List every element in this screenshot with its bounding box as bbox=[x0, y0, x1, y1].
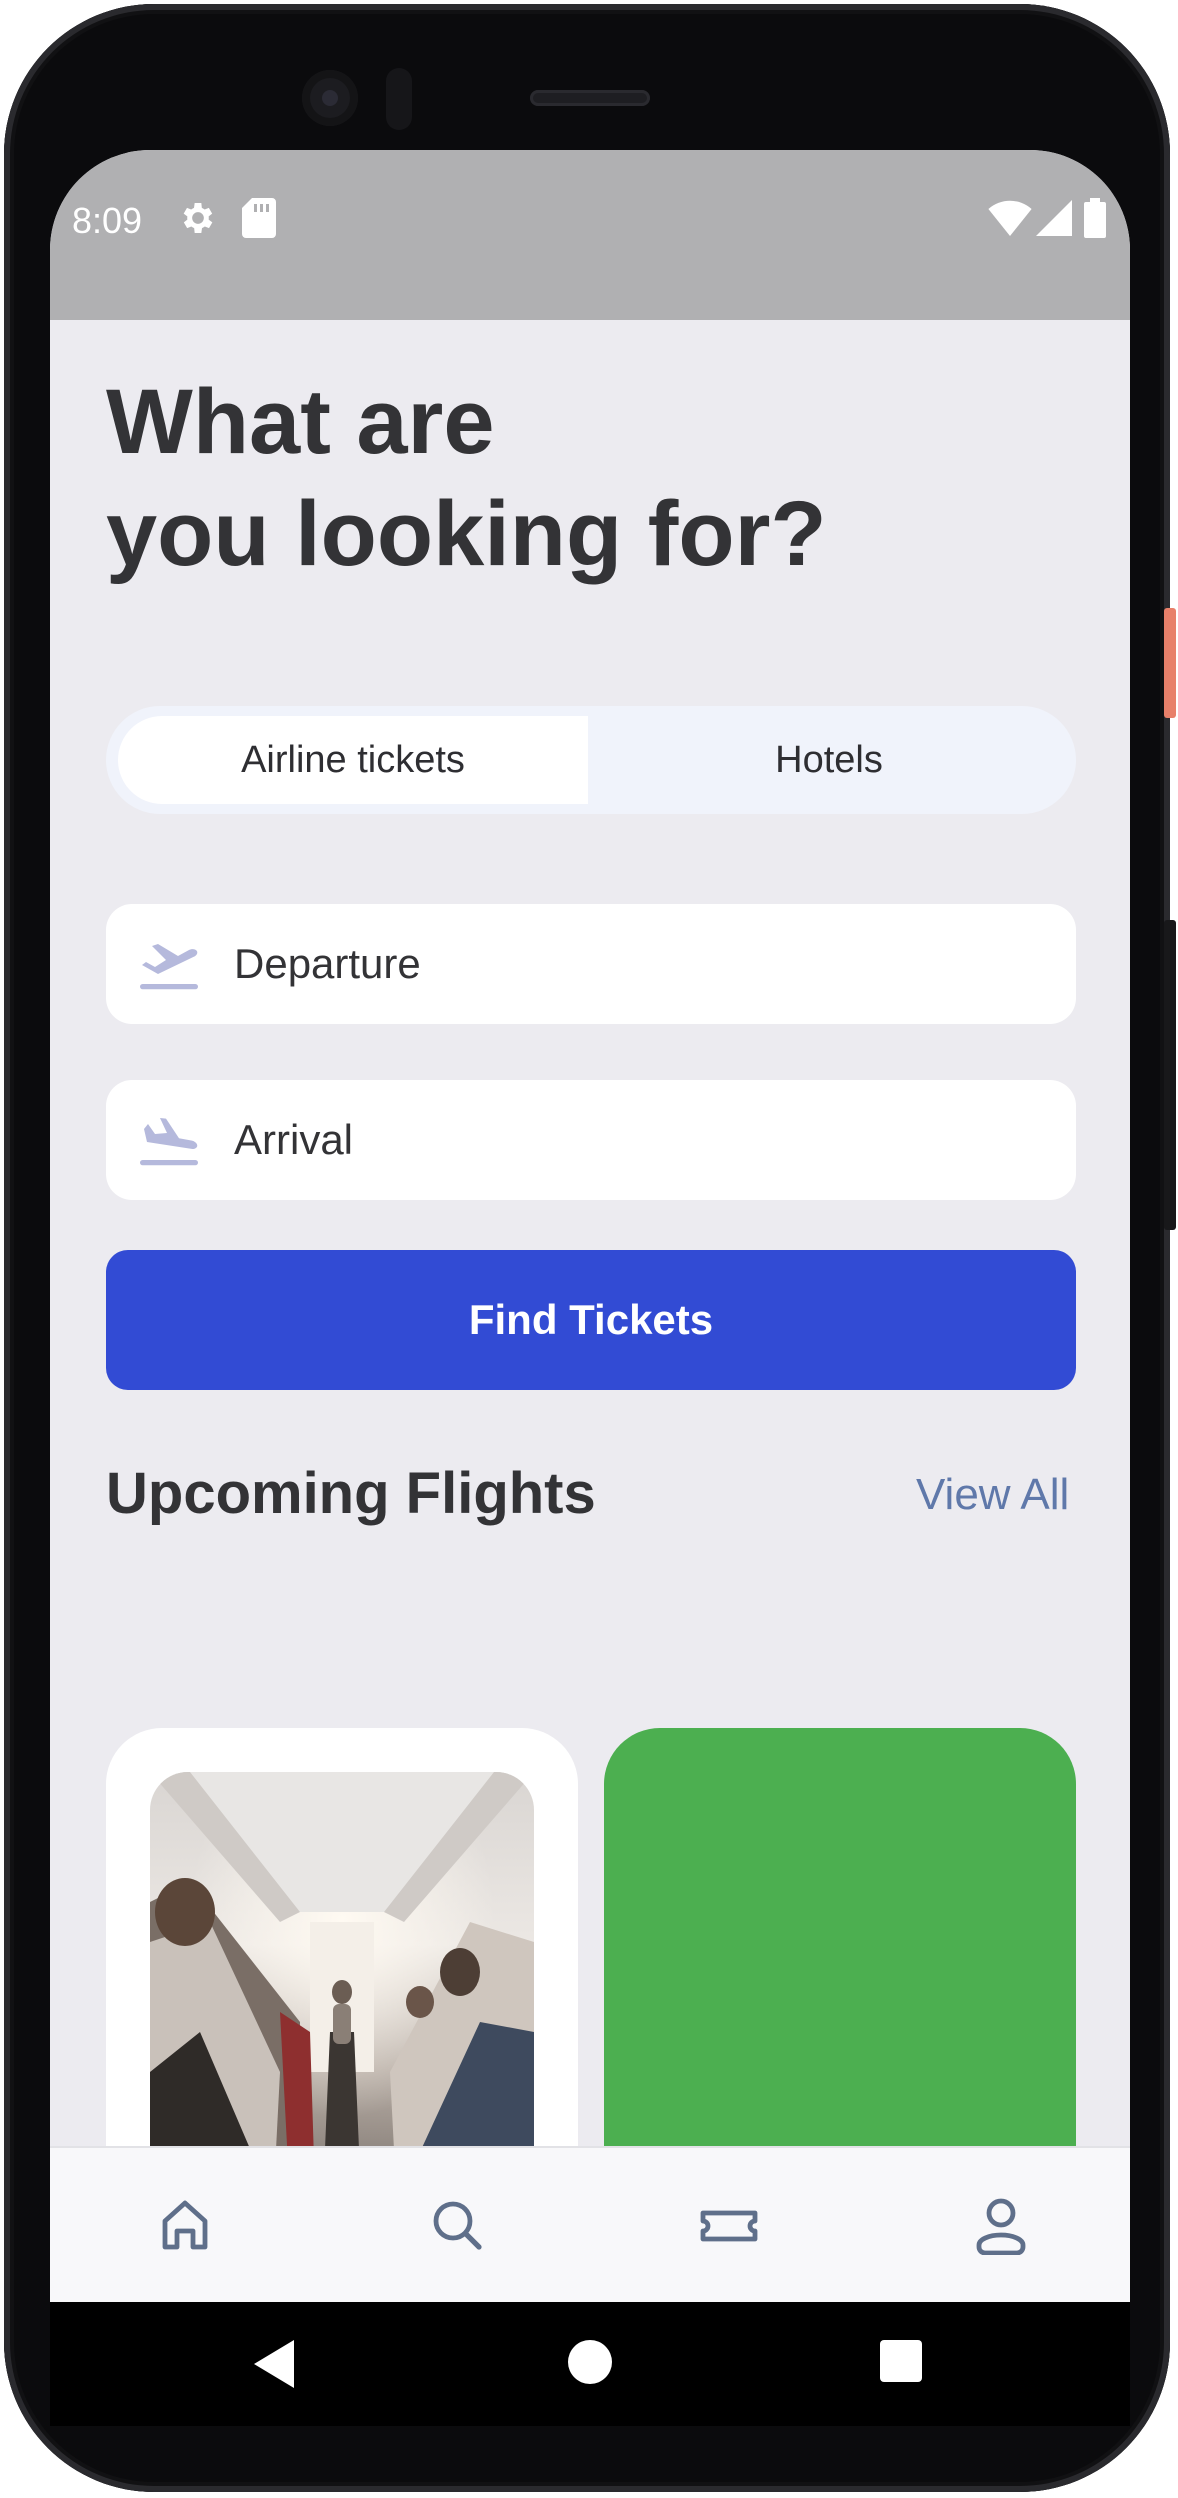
arrival-field[interactable]: Arrival bbox=[106, 1080, 1076, 1200]
plane-landing-icon bbox=[140, 1116, 198, 1171]
section-title-upcoming-flights: Upcoming Flights bbox=[106, 1461, 596, 1526]
plane-takeoff-icon bbox=[140, 940, 198, 995]
proximity-sensor bbox=[386, 68, 412, 130]
volume-button bbox=[1164, 920, 1176, 1230]
earpiece-speaker bbox=[530, 90, 650, 106]
search-icon bbox=[429, 2197, 485, 2258]
home-icon bbox=[157, 2197, 213, 2258]
wifi-icon bbox=[988, 200, 1032, 241]
tab-airline-tickets[interactable]: Airline tickets bbox=[118, 716, 588, 804]
status-time: 8:09 bbox=[72, 200, 143, 241]
front-camera bbox=[302, 70, 358, 126]
power-button bbox=[1164, 608, 1176, 718]
profile-icon bbox=[973, 2195, 1029, 2260]
status-bar: 8:09 bbox=[50, 150, 1130, 320]
departure-label: Departure bbox=[234, 940, 421, 987]
nav-profile[interactable] bbox=[966, 2192, 1036, 2262]
nav-tickets[interactable] bbox=[694, 2192, 764, 2262]
back-icon[interactable] bbox=[254, 2340, 298, 2393]
arrival-label: Arrival bbox=[234, 1116, 354, 1163]
recents-icon[interactable] bbox=[880, 2340, 922, 2387]
search-type-toggle: Airline tickets Hotels bbox=[106, 706, 1076, 814]
settings-icon bbox=[178, 198, 218, 243]
bottom-navigation bbox=[50, 2146, 1130, 2304]
page-title: What are you looking for? bbox=[106, 371, 827, 585]
cell-signal-icon bbox=[1036, 200, 1072, 241]
app-screen: 8:09 What are you looking for? Airline t… bbox=[50, 150, 1130, 2426]
find-tickets-button[interactable]: Find Tickets bbox=[106, 1250, 1076, 1390]
departure-field[interactable]: Departure bbox=[106, 904, 1076, 1024]
ticket-icon bbox=[699, 2197, 759, 2258]
system-navigation-bar bbox=[50, 2302, 1130, 2426]
view-all-link[interactable]: View All bbox=[916, 1470, 1069, 1520]
sd-card-icon bbox=[242, 198, 276, 243]
battery-icon bbox=[1084, 198, 1106, 243]
tab-hotels[interactable]: Hotels bbox=[594, 716, 1064, 804]
nav-search[interactable] bbox=[422, 2192, 492, 2262]
nav-home[interactable] bbox=[150, 2192, 220, 2262]
phone-frame: 8:09 What are you looking for? Airline t… bbox=[4, 4, 1170, 2492]
home-circle-icon[interactable] bbox=[568, 2340, 612, 2389]
